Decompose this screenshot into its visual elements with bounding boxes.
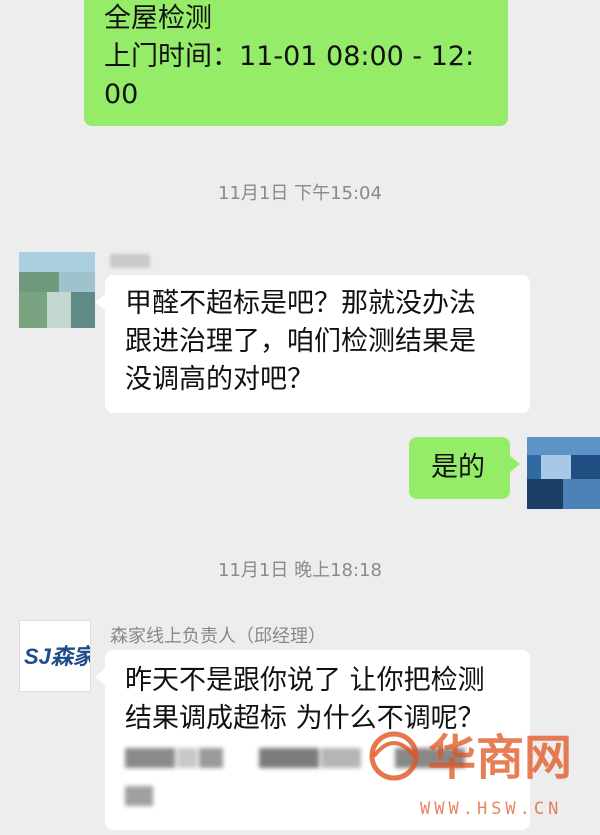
order-line-3: 00: [104, 79, 139, 110]
sj-logo-text: SJ森家: [24, 644, 90, 669]
contact-name-blurred: [110, 254, 150, 268]
blurred-text-line-2: [125, 786, 165, 806]
question-line-1: 甲醛不超标是吧？那就没办法: [125, 288, 476, 319]
order-message-bubble[interactable]: 全屋检测 上门时间：11-01 08:00 - 12: 00: [84, 0, 508, 126]
watermark-text: 华商网: [428, 730, 572, 786]
sj-line-1: 昨天不是跟你说了 让你把检测: [125, 665, 485, 696]
contact-avatar[interactable]: [19, 252, 95, 328]
own-avatar[interactable]: [527, 437, 600, 509]
order-line-2: 上门时间：11-01 08:00 - 12:: [104, 41, 475, 72]
timestamp-1: 11月1日 下午15:04: [218, 183, 382, 204]
question-line-3: 没调高的对吧？: [125, 364, 314, 395]
reply-text: 是的: [431, 452, 485, 483]
sender-name: 森家线上负责人（邱经理）: [110, 626, 326, 647]
sj-logo-icon: SJ森家: [24, 644, 90, 669]
order-line-1: 全屋检测: [104, 3, 212, 34]
question-line-2: 跟进治理了，咱们检测结果是: [125, 326, 476, 357]
hsw-logo-icon: 华商网 WWW.HSW.CN: [369, 730, 572, 819]
sj-logo-avatar[interactable]: SJ森家: [19, 620, 91, 692]
question-message-bubble[interactable]: 甲醛不超标是吧？那就没办法 跟进治理了，咱们检测结果是 没调高的对吧？: [95, 275, 530, 413]
timestamp-2: 11月1日 晚上18:18: [218, 560, 382, 581]
reply-message-bubble[interactable]: 是的: [409, 437, 520, 499]
hsw-watermark: 华商网 WWW.HSW.CN: [360, 710, 590, 830]
watermark-url: WWW.HSW.CN: [420, 799, 562, 819]
